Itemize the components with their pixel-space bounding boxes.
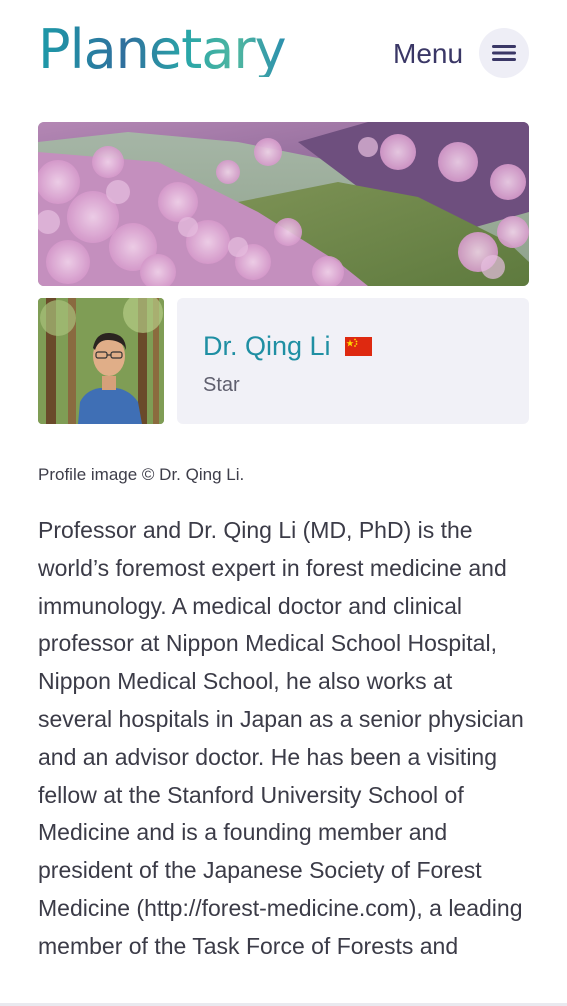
banner-landscape-image (38, 122, 529, 286)
profile-name-row: Dr. Qing Li (203, 328, 372, 364)
hamburger-icon (492, 45, 516, 61)
landscape-image (38, 122, 529, 286)
profile-role: Star (203, 374, 240, 396)
profile-name[interactable]: Dr. Qing Li (203, 328, 331, 364)
planetary-logo[interactable]: Planetary (38, 12, 287, 88)
menu-button[interactable] (479, 28, 529, 78)
logo-wordmark: Planetary (38, 18, 287, 81)
bio-text: Professor and Dr. Qing Li (MD, PhD) is t… (38, 512, 528, 966)
china-flag-icon (344, 336, 372, 356)
profile-photo (38, 298, 164, 424)
menu-label[interactable]: Menu (393, 36, 463, 72)
image-credit-caption: Profile image © Dr. Qing Li. (38, 465, 245, 484)
site-header: Planetary Menu (0, 0, 567, 100)
portrait-image (38, 298, 164, 424)
profile-card: Dr. Qing Li Star (177, 298, 529, 424)
bio-paragraph: Professor and Dr. Qing Li (MD, PhD) is t… (38, 517, 524, 959)
